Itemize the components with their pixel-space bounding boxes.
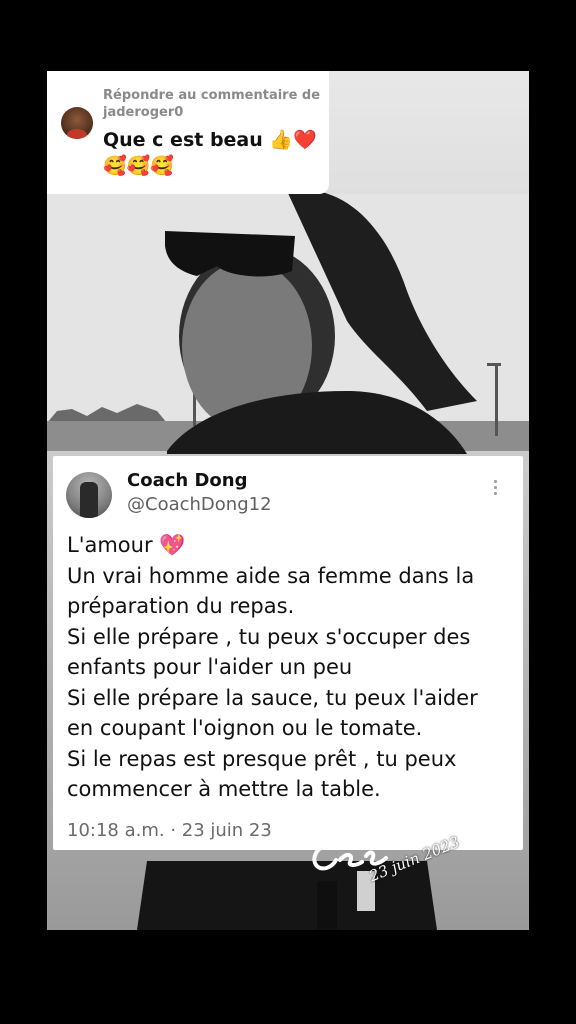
tweet-line: Si elle prépare la sauce, tu peux l'aide… [67,685,478,710]
reply-label: Répondre au commentaire de jaderoger0 [103,88,321,120]
comment-text: Que c est beau 👍❤️ 🥰🥰🥰 [103,127,323,179]
tweet-author-name: Coach Dong [127,470,248,491]
tweet-card: Coach Dong @CoachDong12 L'amour 💖 Un vra… [53,456,523,850]
commenter-avatar [61,107,93,139]
reply-to-comment-card[interactable]: Répondre au commentaire de jaderoger0 Qu… [47,71,329,194]
tweet-line: Un vrai homme aide sa femme dans la [67,563,475,588]
more-options-icon[interactable] [493,480,499,500]
comment-line: Que c est beau 👍❤️ [103,129,317,151]
tweet-line: commencer à mettre la table. [67,777,381,801]
tweet-timestamp: 10:18 a.m. · 23 juin 23 [67,820,272,841]
tweet-author-handle: @CoachDong12 [127,494,272,515]
tweet-line: en coupant l'oignon ou le tomate. [67,716,423,740]
tweet-line: enfants pour l'aider un peu [67,655,353,679]
tweet-line: préparation du repas. [67,594,295,618]
tweet-body: L'amour 💖 Un vrai homme aide sa femme da… [67,530,512,805]
tweet-line: Si elle prépare , tu peux s'occuper des [67,624,471,649]
tweet-author-avatar [66,472,112,518]
tweet-line: Si le repas est presque prêt , tu peux [67,746,457,771]
tweet-line: L'amour 💖 [67,533,186,557]
comment-emojis: 🥰🥰🥰 [103,155,174,177]
